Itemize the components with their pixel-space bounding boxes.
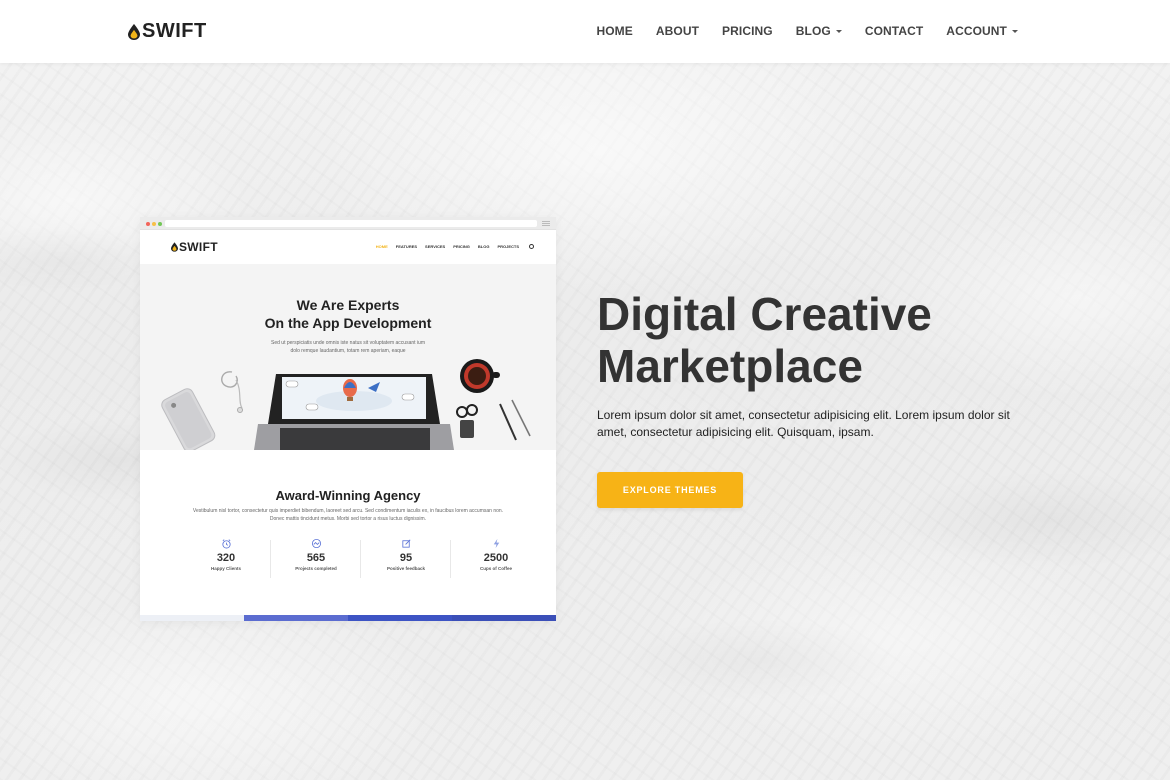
hero-description: Lorem ipsum dolor sit amet, consectetur … (597, 408, 1010, 439)
drop-icon (128, 23, 140, 40)
edit-icon (401, 539, 410, 548)
hero-title: Digital Creative Marketplace (597, 288, 1017, 392)
mockup-stat: 320 Happy Clients (181, 538, 271, 571)
color-stripe (452, 615, 556, 621)
nav-item-account[interactable]: ACCOUNT (946, 24, 1018, 38)
browser-url-bar (165, 220, 537, 227)
color-stripe (244, 615, 348, 621)
mockup-nav-link: FEATURES (395, 244, 418, 249)
caret-down-icon (1012, 29, 1018, 33)
stat-label: Projects completed (295, 566, 337, 571)
stat-value: 95 (399, 552, 413, 564)
mockup-nav-links: HOME FEATURES SERVICES PRICING BLOG PROJ… (368, 244, 534, 249)
menu-icon (542, 221, 550, 226)
mockup-brand-name: SWIFT (179, 240, 218, 254)
top-navbar: SWIFT HOME ABOUT PRICING BLOG CONTACT AC… (0, 0, 1170, 63)
drop-icon (171, 242, 178, 252)
mockup-logo: SWIFT (171, 240, 218, 254)
mockup-agency-section: Award-Winning Agency Vestibulum nisl tor… (140, 450, 556, 614)
mockup-hero: We Are Experts On the App Development Se… (140, 264, 556, 450)
nav-item-label: HOME (596, 24, 633, 38)
hero-title-line1: Digital Creative (597, 288, 932, 340)
window-close-dot (146, 222, 150, 226)
mockup-stat: 95 Positive feedback (361, 538, 451, 571)
nav-item-contact[interactable]: CONTACT (865, 24, 923, 38)
lightning-icon (493, 538, 499, 549)
mockup-nav-link: PRICING (453, 244, 470, 249)
window-minimize-dot (152, 222, 156, 226)
color-stripe (140, 615, 244, 621)
nav-item-label: ABOUT (655, 24, 700, 38)
nav-item-label: PRICING (722, 24, 773, 38)
mockup-bottom-bar (140, 615, 556, 621)
browser-chrome (140, 217, 556, 230)
nav-item-label: CONTACT (864, 24, 924, 38)
mockup-section-title: Award-Winning Agency (275, 488, 421, 503)
theme-preview-mockup: SWIFT HOME FEATURES SERVICES PRICING BLO… (140, 217, 556, 621)
mockup-nav-link: SERVICES (425, 244, 446, 249)
stat-value: 320 (216, 552, 236, 564)
search-icon (529, 244, 534, 249)
nav-item-label: ACCOUNT (946, 24, 1007, 38)
mockup-nav-link: BLOG (477, 244, 490, 249)
main-nav: HOME ABOUT PRICING BLOG CONTACT ACCOUNT (573, 24, 1018, 38)
mockup-nav-link: PROJECTS (497, 244, 519, 249)
stat-label: Happy Clients (210, 566, 241, 571)
nav-item-about[interactable]: ABOUT (656, 24, 699, 38)
hero-title-line2: Marketplace (597, 340, 863, 392)
color-stripe (348, 615, 452, 621)
stat-value: 2500 (483, 552, 509, 564)
mockup-navbar: SWIFT HOME FEATURES SERVICES PRICING BLO… (140, 230, 556, 264)
stat-label: Cups of Coffee (480, 566, 512, 571)
mockup-nav-link: HOME (375, 244, 388, 249)
nav-item-blog[interactable]: BLOG (796, 24, 842, 38)
mockup-section-text: Vestibulum nisl tortor, consectetur quis… (192, 508, 504, 522)
alarm-clock-icon (221, 539, 231, 549)
stat-value: 565 (306, 552, 326, 564)
desk-illustration (161, 359, 531, 450)
nav-item-label: BLOG (795, 24, 831, 38)
window-maximize-dot (158, 222, 162, 226)
gauge-icon (311, 538, 321, 549)
mockup-stat: 565 Projects completed (271, 538, 361, 571)
mockup-stat: 2500 Cups of Coffee (451, 538, 541, 571)
nav-item-pricing[interactable]: PRICING (722, 24, 773, 38)
stat-label: Positive feedback (386, 566, 426, 571)
brand-name: SWIFT (142, 19, 207, 42)
caret-down-icon (835, 29, 842, 33)
brand-logo[interactable]: SWIFT (128, 19, 207, 43)
nav-item-home[interactable]: HOME (596, 24, 632, 38)
explore-themes-button[interactable]: EXPLORE THEMES (597, 472, 743, 508)
